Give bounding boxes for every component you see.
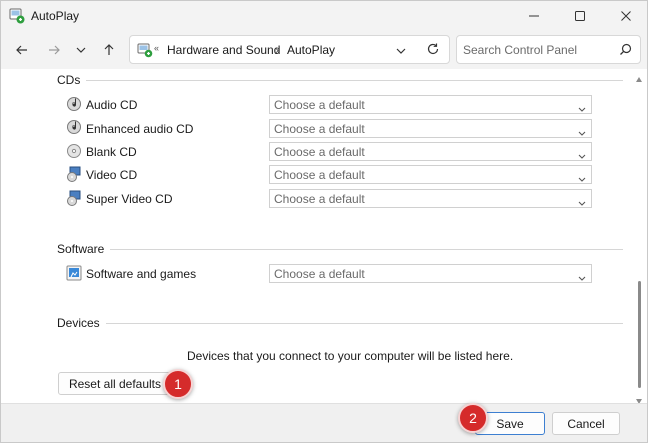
video-cd-icon (66, 166, 82, 182)
dropdown-value: Choose a default (274, 98, 365, 112)
control-panel-icon (137, 42, 153, 58)
chevron-down-icon (396, 48, 406, 54)
devices-info-text: Devices that you connect to your compute… (187, 349, 514, 363)
callout-badge-2: 2 (458, 403, 488, 433)
software-and-games-dropdown[interactable]: Choose a default (269, 264, 592, 283)
search-placeholder: Search Control Panel (463, 43, 578, 57)
search-icon[interactable] (619, 43, 632, 59)
dropdown-value: Choose a default (274, 145, 365, 159)
close-icon (621, 11, 631, 21)
address-bar[interactable]: « Hardware and Sound › AutoPlay (129, 35, 450, 64)
close-button[interactable] (603, 1, 647, 31)
dropdown-value: Choose a default (274, 192, 365, 206)
maximize-button[interactable] (557, 1, 603, 31)
section-label-cds: CDs (57, 73, 87, 87)
title-bar: AutoPlay (1, 1, 647, 31)
chevron-down-icon (578, 126, 586, 140)
refresh-icon (427, 43, 439, 55)
recent-locations-button[interactable] (68, 37, 94, 63)
breadcrumb-autoplay[interactable]: AutoPlay (287, 43, 335, 57)
chevron-down-icon (578, 271, 586, 285)
chevron-down-icon (578, 149, 586, 163)
autoplay-window: AutoPlay « Hardware and Sound › AutoPlay… (0, 0, 648, 443)
row-label-super-video-cd: Super Video CD (86, 192, 173, 206)
dropdown-value: Choose a default (274, 122, 365, 136)
audio-cd-icon (66, 96, 82, 112)
super-video-cd-dropdown[interactable]: Choose a default (269, 189, 592, 208)
maximize-icon (575, 11, 585, 21)
enhanced-audio-cd-icon (66, 119, 82, 135)
navigation-bar: « Hardware and Sound › AutoPlay Search C… (1, 31, 647, 69)
chevron-down-icon (578, 102, 586, 116)
chevron-down-icon (578, 196, 586, 210)
scroll-up-arrow-icon[interactable] (636, 71, 642, 85)
breadcrumb-hardware-and-sound[interactable]: Hardware and Sound (167, 43, 280, 57)
scrollbar-thumb[interactable] (638, 281, 641, 388)
software-games-icon (66, 265, 82, 281)
row-label-video-cd: Video CD (86, 168, 138, 182)
dropdown-value: Choose a default (274, 168, 365, 182)
forward-button[interactable] (41, 37, 67, 63)
address-history-button[interactable] (395, 45, 407, 60)
section-label-devices: Devices (57, 316, 106, 330)
super-video-cd-icon (66, 190, 82, 206)
row-label-audio-cd: Audio CD (86, 98, 138, 112)
autoplay-app-icon (9, 8, 25, 24)
content-area: CDs Audio CD Choose a default Enhanced a… (1, 69, 647, 403)
section-divider (57, 80, 623, 81)
row-label-software-and-games: Software and games (86, 267, 197, 281)
row-label-blank-cd: Blank CD (86, 145, 137, 159)
breadcrumb-overflow[interactable]: « (154, 43, 159, 53)
section-label-software: Software (57, 242, 111, 256)
enhanced-audio-cd-dropdown[interactable]: Choose a default (269, 119, 592, 138)
minimize-button[interactable] (511, 1, 557, 31)
chevron-down-icon (76, 47, 86, 53)
section-divider (57, 323, 623, 324)
back-button[interactable] (9, 37, 35, 63)
minimize-icon (529, 15, 539, 17)
blank-cd-icon (66, 143, 82, 159)
video-cd-dropdown[interactable]: Choose a default (269, 165, 592, 184)
section-divider (57, 249, 623, 250)
blank-cd-dropdown[interactable]: Choose a default (269, 142, 592, 161)
audio-cd-dropdown[interactable]: Choose a default (269, 95, 592, 114)
row-label-enhanced-audio-cd: Enhanced audio CD (86, 122, 194, 136)
arrow-up-icon (104, 44, 114, 55)
chevron-down-icon (578, 172, 586, 186)
dropdown-value: Choose a default (274, 267, 365, 281)
reset-all-defaults-button[interactable]: Reset all defaults (58, 372, 172, 395)
callout-badge-1: 1 (163, 369, 193, 399)
search-box[interactable]: Search Control Panel (456, 35, 641, 64)
up-button[interactable] (96, 37, 122, 63)
dialog-footer: Save Cancel (1, 403, 647, 442)
cancel-button[interactable]: Cancel (552, 412, 620, 435)
window-title: AutoPlay (31, 9, 80, 23)
arrow-left-icon (16, 45, 27, 55)
arrow-right-icon (49, 45, 60, 55)
breadcrumb-separator: › (275, 43, 279, 57)
refresh-button[interactable] (421, 37, 445, 61)
